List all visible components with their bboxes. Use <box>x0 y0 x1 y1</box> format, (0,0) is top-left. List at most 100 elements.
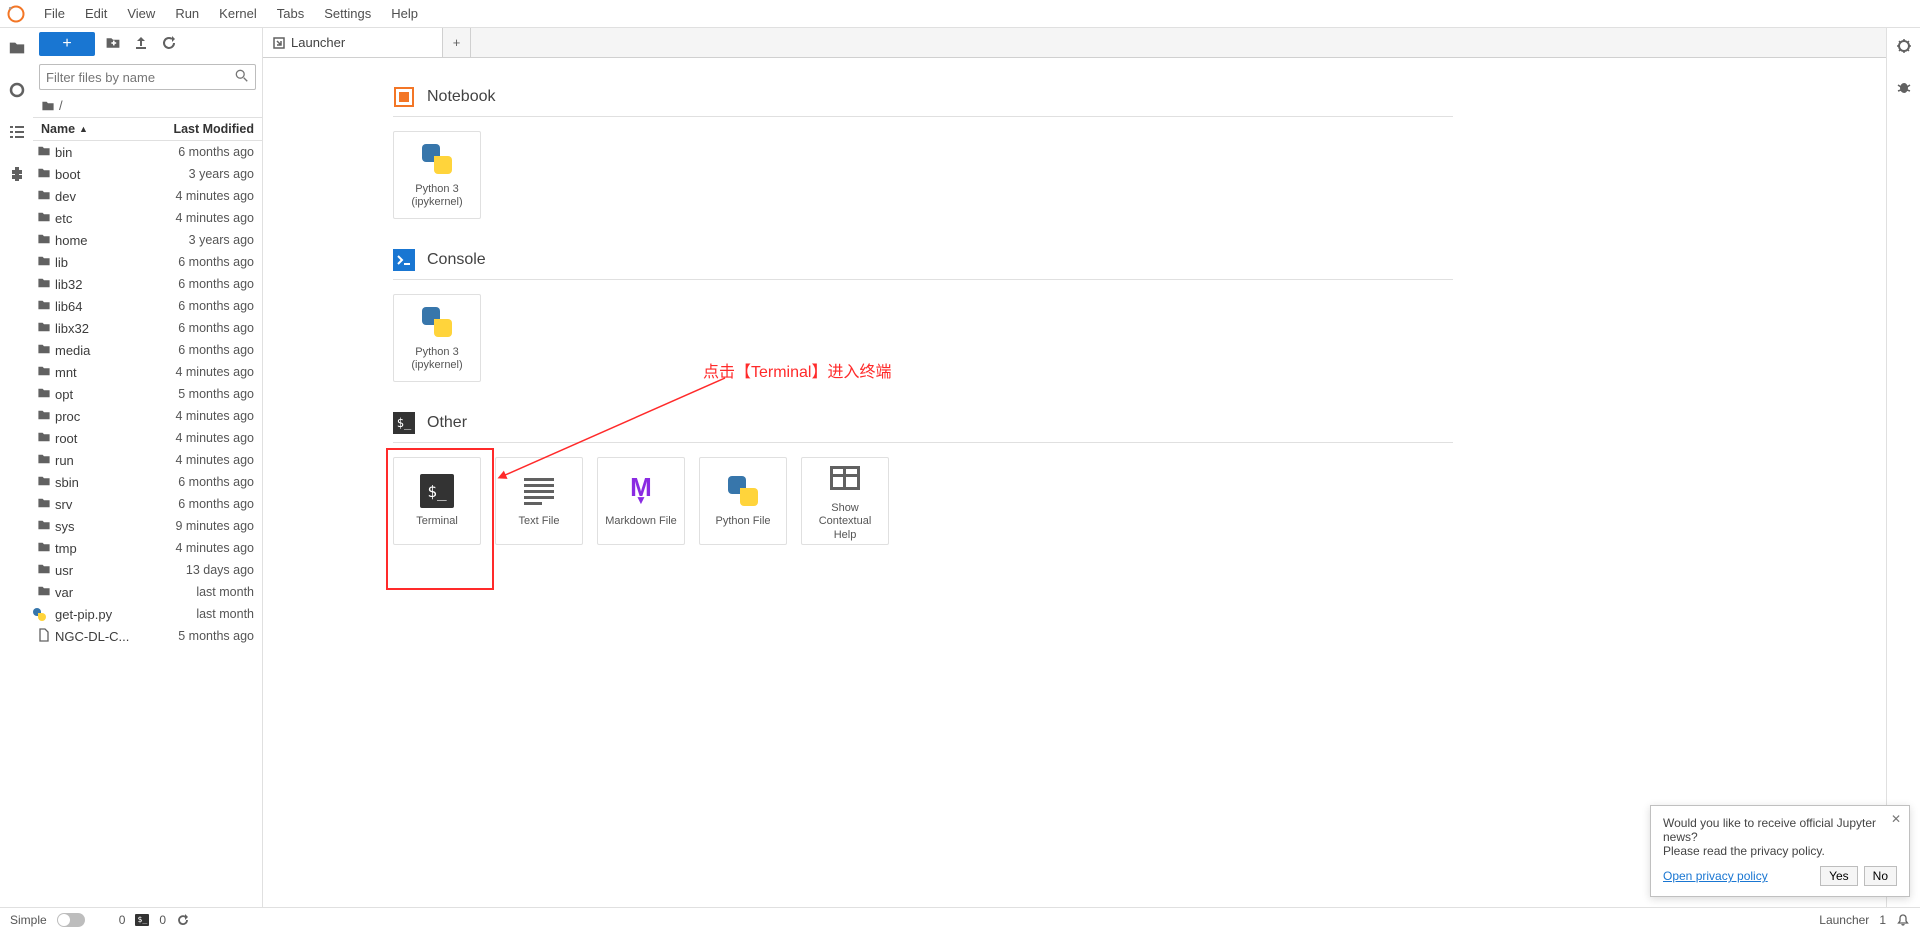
add-tab-button[interactable]: + <box>443 28 471 57</box>
status-sync-icon[interactable] <box>176 913 190 927</box>
new-launcher-button[interactable]: + <box>39 32 95 56</box>
popup-no-button[interactable]: No <box>1864 866 1897 886</box>
file-item[interactable]: run4 minutes ago <box>33 449 262 471</box>
bell-icon[interactable] <box>1896 913 1910 927</box>
debugger-icon[interactable] <box>1896 79 1912 98</box>
card-markdown[interactable]: M▼Markdown File <box>597 457 685 545</box>
file-item[interactable]: etc4 minutes ago <box>33 207 262 229</box>
file-item[interactable]: lib6 months ago <box>33 251 262 273</box>
file-modified: 6 months ago <box>152 475 262 489</box>
menu-file[interactable]: File <box>34 2 75 25</box>
card-console-python3[interactable]: Python 3 (ipykernel) <box>393 294 481 382</box>
privacy-policy-link[interactable]: Open privacy policy <box>1663 869 1768 883</box>
property-inspector-icon[interactable] <box>1896 38 1912 57</box>
file-name: run <box>55 453 152 468</box>
file-item[interactable]: varlast month <box>33 581 262 603</box>
folder-icon <box>33 233 55 248</box>
card-label: Text File <box>519 515 560 528</box>
file-item[interactable]: root4 minutes ago <box>33 427 262 449</box>
other-section-icon: $_ <box>393 412 415 434</box>
menu-edit[interactable]: Edit <box>75 2 117 25</box>
folder-icon <box>33 167 55 182</box>
file-modified: 4 minutes ago <box>152 453 262 467</box>
column-name[interactable]: Name▲ <box>33 122 152 136</box>
file-name: lib32 <box>55 277 152 292</box>
upload-icon[interactable] <box>131 36 151 53</box>
popup-yes-button[interactable]: Yes <box>1820 866 1858 886</box>
file-modified: 9 minutes ago <box>152 519 262 533</box>
file-name: lib <box>55 255 152 270</box>
new-folder-icon[interactable] <box>103 36 123 53</box>
card-help[interactable]: Show Contextual Help <box>801 457 889 545</box>
file-modified: 6 months ago <box>152 277 262 291</box>
tab-launcher[interactable]: Launcher <box>263 28 443 57</box>
folder-icon <box>33 497 55 512</box>
activity-bar <box>0 28 33 907</box>
refresh-icon[interactable] <box>159 36 179 53</box>
file-item[interactable]: mnt4 minutes ago <box>33 361 262 383</box>
folder-icon <box>33 519 55 534</box>
file-name: opt <box>55 387 152 402</box>
file-item[interactable]: usr13 days ago <box>33 559 262 581</box>
status-terminal-count: 0 <box>159 913 166 927</box>
file-name: var <box>55 585 152 600</box>
file-item[interactable]: get-pip.pylast month <box>33 603 262 625</box>
filter-input[interactable] <box>46 70 235 85</box>
running-icon[interactable] <box>7 80 27 100</box>
menu-kernel[interactable]: Kernel <box>209 2 267 25</box>
folder-icon <box>33 453 55 468</box>
folder-icon <box>33 145 55 160</box>
card-text[interactable]: Text File <box>495 457 583 545</box>
file-modified: 6 months ago <box>152 497 262 511</box>
file-item[interactable]: lib326 months ago <box>33 273 262 295</box>
popup-text-1: Would you like to receive official Jupyt… <box>1663 816 1897 844</box>
folder-icon <box>33 343 55 358</box>
simple-toggle[interactable] <box>57 913 85 927</box>
file-name: bin <box>55 145 152 160</box>
extensions-icon[interactable] <box>7 164 27 184</box>
file-modified: 3 years ago <box>152 233 262 247</box>
menu-run[interactable]: Run <box>165 2 209 25</box>
card-notebook-python3[interactable]: Python 3 (ipykernel) <box>393 131 481 219</box>
file-modified: 4 minutes ago <box>152 211 262 225</box>
file-item[interactable]: sbin6 months ago <box>33 471 262 493</box>
menu-view[interactable]: View <box>117 2 165 25</box>
card-python[interactable]: Python File <box>699 457 787 545</box>
file-modified: 5 months ago <box>152 387 262 401</box>
status-kernel-count: 0 <box>119 913 126 927</box>
python-icon <box>419 141 455 177</box>
file-item[interactable]: opt5 months ago <box>33 383 262 405</box>
file-item[interactable]: NGC-DL-C...5 months ago <box>33 625 262 647</box>
file-item[interactable]: boot3 years ago <box>33 163 262 185</box>
section-other: $_ Other $_TerminalText FileM▼Markdown F… <box>393 412 1886 545</box>
console-section-icon <box>393 249 415 271</box>
file-item[interactable]: dev4 minutes ago <box>33 185 262 207</box>
tab-title: Launcher <box>291 35 345 50</box>
file-item[interactable]: sys9 minutes ago <box>33 515 262 537</box>
menu-tabs[interactable]: Tabs <box>267 2 314 25</box>
text-icon <box>521 473 557 509</box>
file-item[interactable]: lib646 months ago <box>33 295 262 317</box>
file-item[interactable]: srv6 months ago <box>33 493 262 515</box>
breadcrumb[interactable]: / <box>33 94 262 117</box>
file-item[interactable]: home3 years ago <box>33 229 262 251</box>
toc-icon[interactable] <box>7 122 27 142</box>
file-item[interactable]: bin6 months ago <box>33 141 262 163</box>
file-item[interactable]: libx326 months ago <box>33 317 262 339</box>
column-modified[interactable]: Last Modified <box>152 122 262 136</box>
files-icon[interactable] <box>7 38 27 58</box>
menu-help[interactable]: Help <box>381 2 428 25</box>
menu-settings[interactable]: Settings <box>314 2 381 25</box>
close-icon[interactable]: ✕ <box>1891 812 1901 826</box>
file-item[interactable]: proc4 minutes ago <box>33 405 262 427</box>
file-name: srv <box>55 497 152 512</box>
card-terminal[interactable]: $_Terminal <box>393 457 481 545</box>
file-name: proc <box>55 409 152 424</box>
jupyter-logo-icon <box>6 4 26 24</box>
menubar: FileEditViewRunKernelTabsSettingsHelp <box>0 0 1920 28</box>
markdown-icon: M▼ <box>623 473 659 509</box>
tab-bar: Launcher + <box>263 28 1886 58</box>
file-item[interactable]: media6 months ago <box>33 339 262 361</box>
file-item[interactable]: tmp4 minutes ago <box>33 537 262 559</box>
folder-icon <box>33 409 55 424</box>
